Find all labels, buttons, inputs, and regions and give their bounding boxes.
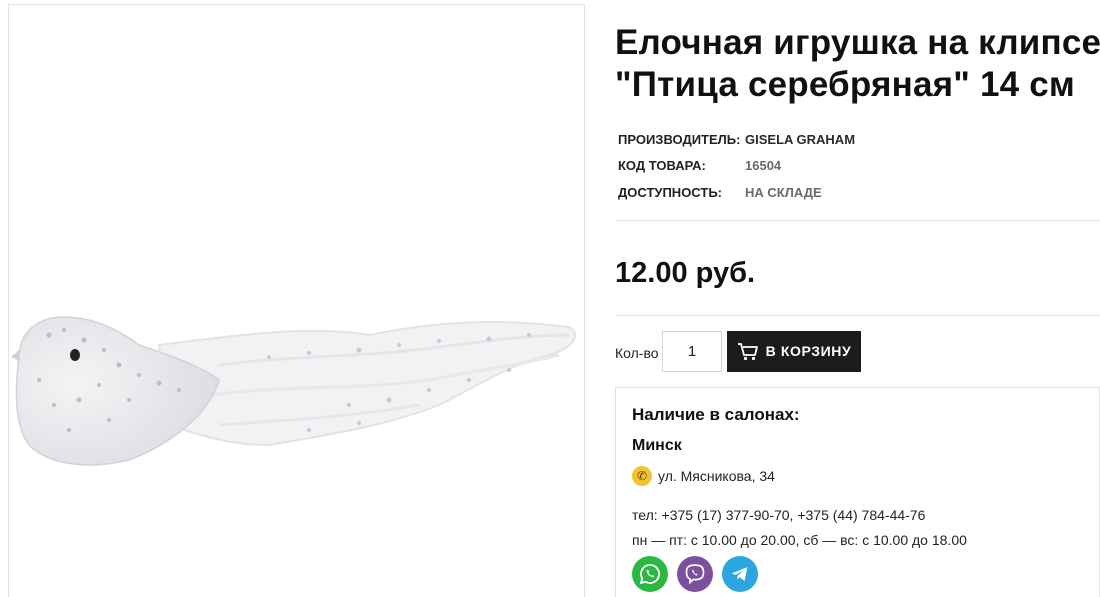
- telegram-glyph: [731, 566, 748, 581]
- product-title-line-1: Елочная игрушка на клипсе: [615, 23, 1100, 62]
- cart-icon: [737, 342, 758, 360]
- salon-availability-title: Наличие в салонах:: [632, 404, 800, 424]
- product-price: 12.00 руб.: [615, 256, 756, 289]
- property-value: 16504: [745, 158, 782, 174]
- add-to-cart-label: В КОРЗИНУ: [765, 343, 852, 359]
- product-info: Елочная игрушка на клипсе "Птица серебря…: [615, 22, 1100, 597]
- product-image-panel[interactable]: [8, 4, 585, 597]
- salon-address-row: ✆ ул. Мясникова, 34: [632, 465, 1099, 487]
- salon-city: Минск: [632, 436, 682, 454]
- product-title: Елочная игрушка на клипсе "Птица серебря…: [615, 22, 1100, 106]
- manufacturer-link[interactable]: GISELA GRAHAM: [745, 132, 855, 147]
- salon-contacts: тел: +375 (17) 377-90-70, +375 (44) 784-…: [632, 503, 1099, 553]
- telegram-icon[interactable]: [722, 555, 758, 592]
- salon-hours: пн — пт: с 10.00 до 20.00, сб — вс: с 10…: [632, 531, 967, 548]
- salon-phones[interactable]: тел: +375 (17) 377-90-70, +375 (44) 784-…: [632, 503, 1099, 528]
- property-label: КОД ТОВАРА:: [618, 158, 706, 174]
- salon-address: ул. Мясникова, 34: [658, 467, 775, 484]
- whatsapp-icon[interactable]: [632, 555, 668, 592]
- whatsapp-glyph: [639, 563, 660, 584]
- property-row-availability: ДОСТУПНОСТЬ: НА СКЛАДЕ: [615, 179, 1100, 206]
- viber-glyph: [685, 563, 705, 585]
- viber-icon[interactable]: [677, 555, 713, 592]
- product-properties: ПРОИЗВОДИТЕЛЬ: GISELA GRAHAM КОД ТОВАРА:…: [615, 126, 1100, 206]
- phone-badge-icon: ✆: [632, 465, 652, 486]
- divider: [615, 314, 1100, 316]
- property-label: ПРОИЗВОДИТЕЛЬ:: [618, 131, 741, 147]
- property-row-sku: КОД ТОВАРА: 16504: [615, 153, 1100, 180]
- property-label: ДОСТУПНОСТЬ:: [618, 184, 722, 200]
- property-row-manufacturer: ПРОИЗВОДИТЕЛЬ: GISELA GRAHAM: [615, 126, 1100, 153]
- divider: [615, 219, 1100, 221]
- quantity-input[interactable]: [662, 330, 722, 372]
- quantity-label: Кол-во: [615, 345, 659, 361]
- product-image-bird: [11, 316, 577, 466]
- add-to-cart-button[interactable]: В КОРЗИНУ: [727, 330, 861, 372]
- availability-status: НА СКЛАДЕ: [745, 184, 822, 200]
- product-title-line-2: "Птица серебряная" 14 см: [615, 65, 1075, 104]
- buy-row: Кол-во В КОРЗИНУ: [615, 330, 1100, 372]
- salon-availability-box: Наличие в салонах: Минск ✆ ул. Мясникова…: [615, 386, 1100, 597]
- messenger-links: [632, 555, 1099, 592]
